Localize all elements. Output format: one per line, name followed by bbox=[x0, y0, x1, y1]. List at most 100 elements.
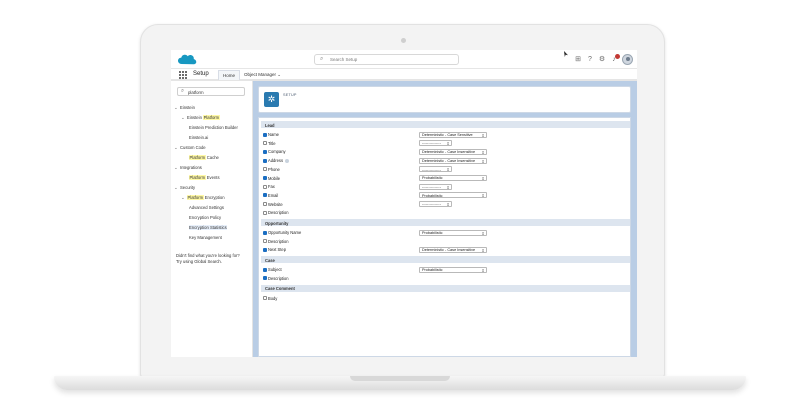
sidebar-item-label: Platform Encryption bbox=[187, 195, 225, 200]
laptop-frame: ⌕ Search Setup ⊞ ? ⚙ ♪ Setup Home Object… bbox=[0, 0, 800, 417]
label-text: Einstein bbox=[187, 115, 204, 120]
field-label: Phone bbox=[268, 166, 280, 172]
sidebar-item[interactable]: Advanced Settings bbox=[189, 205, 224, 210]
header-utility-icons: ⊞ ? ⚙ ♪ bbox=[574, 53, 633, 66]
label-text: Encryption Statistics bbox=[189, 225, 227, 230]
encryption-scheme-select[interactable]: --------------- ⇕ bbox=[419, 140, 452, 147]
field-checkbox[interactable] bbox=[263, 184, 267, 189]
encryption-scheme-select[interactable]: Deterministic - Case Sensitive ⇕ bbox=[419, 131, 487, 138]
sidebar-item[interactable]: ⌄ Integrations bbox=[174, 165, 202, 171]
sidebar-item[interactable]: ⌄ Platform Encryption bbox=[181, 195, 225, 201]
chevron-down-icon: ⇕ bbox=[481, 268, 485, 273]
label-text: Encryption bbox=[203, 195, 225, 200]
label-text: Cache bbox=[205, 155, 219, 160]
field-checkbox[interactable] bbox=[263, 141, 267, 146]
label-text: Key Management bbox=[189, 235, 222, 240]
camera bbox=[401, 38, 406, 43]
encryption-scheme-select[interactable]: Probabilistic ⇕ bbox=[419, 192, 487, 199]
encryption-scheme-select[interactable]: Probabilistic ⇕ bbox=[419, 175, 487, 181]
global-search-input[interactable]: ⌕ Search Setup bbox=[314, 54, 459, 65]
chevron-down-icon: ⇕ bbox=[481, 248, 485, 253]
field-row: Company bbox=[263, 148, 286, 155]
encryption-scheme-select[interactable]: --------------- ⇕ bbox=[419, 183, 452, 190]
encryption-scheme-select[interactable]: --------------- ⇕ bbox=[419, 166, 452, 173]
sidebar-item[interactable]: Encryption Policy bbox=[189, 215, 221, 220]
field-checkbox[interactable] bbox=[263, 247, 267, 252]
field-checkbox[interactable] bbox=[263, 149, 267, 154]
sidebar-item[interactable]: ⌄ Einstein Platform bbox=[181, 115, 220, 121]
field-checkbox[interactable] bbox=[263, 239, 267, 244]
section-header: Case bbox=[261, 256, 630, 264]
waffle-icon[interactable] bbox=[179, 71, 187, 79]
sidebar-item[interactable]: Encryption Statistics bbox=[189, 225, 227, 230]
section-header: Lead bbox=[261, 121, 630, 128]
encryption-scheme-select[interactable]: Deterministic - Case Insensitive ⇕ bbox=[419, 246, 487, 253]
sidebar-item[interactable]: ⌄ Custom Code bbox=[174, 145, 206, 151]
encryption-scheme-select[interactable]: Deterministic - Case Insensitive ⇕ bbox=[419, 148, 487, 155]
sidebar-item[interactable]: Einstein Prediction Builder bbox=[189, 125, 238, 130]
sidebar-item-label: Encryption Statistics bbox=[189, 225, 227, 230]
field-checkbox[interactable] bbox=[263, 296, 267, 300]
field-checkbox[interactable] bbox=[263, 193, 267, 198]
sidebar-item[interactable]: Einstein.ai bbox=[189, 135, 208, 140]
salesforce-cloud-logo[interactable] bbox=[177, 53, 197, 66]
select-value: Probabilistic bbox=[422, 193, 443, 198]
gear-icon[interactable]: ⚙ bbox=[598, 56, 606, 64]
field-checkbox[interactable] bbox=[263, 158, 267, 163]
info-icon bbox=[285, 158, 290, 163]
bell-icon[interactable]: ♪ bbox=[610, 53, 620, 64]
sidebar-item[interactable]: ⌄ Security bbox=[174, 185, 195, 191]
encryption-scheme-select[interactable]: Probabilistic ⇕ bbox=[419, 266, 487, 273]
label-text: Encryption Policy bbox=[189, 215, 222, 220]
encryption-scheme-select[interactable]: Deterministic - Case Insensitive ⇕ bbox=[419, 157, 487, 164]
field-checkbox[interactable] bbox=[263, 132, 267, 137]
field-label: Address bbox=[268, 158, 284, 164]
field-checkbox[interactable] bbox=[263, 267, 267, 272]
field-checkbox[interactable] bbox=[263, 230, 267, 235]
select-value: Probabilistic bbox=[422, 230, 443, 235]
field-label: Title bbox=[268, 140, 276, 146]
field-row: Subject bbox=[263, 266, 282, 273]
field-checkbox[interactable] bbox=[263, 276, 267, 281]
search-icon: ⌕ bbox=[181, 88, 185, 94]
chevron-down-icon: ⇕ bbox=[481, 177, 485, 181]
setup-sidebar: ⌕ platform ⌄ Einstein ⌄ Einstein Platform Ei… bbox=[171, 81, 253, 357]
mouse-cursor bbox=[564, 51, 568, 57]
sidebar-item[interactable]: ⌄ Einstein bbox=[174, 105, 195, 111]
chevron-down-icon: ⇕ bbox=[446, 185, 450, 190]
field-label: Website bbox=[268, 201, 283, 207]
sidebar-item-label: Custom Code bbox=[180, 145, 206, 150]
select-value: Deterministic - Case Insensitive bbox=[422, 150, 476, 155]
sidebar-item[interactable]: Key Management bbox=[189, 235, 222, 240]
add-icon[interactable]: ⊞ bbox=[574, 56, 582, 64]
field-checkbox[interactable] bbox=[263, 202, 267, 207]
help-icon[interactable]: ? bbox=[586, 56, 594, 64]
encryption-scheme-select[interactable]: Probabilistic ⇕ bbox=[419, 229, 487, 236]
encryption-fields-panel: Lead Name Deterministic - Case Sensitive ⇕ T… bbox=[258, 117, 631, 357]
label-text: Einstein Prediction Builder bbox=[189, 125, 238, 130]
sidebar-item[interactable]: Platform Events bbox=[189, 175, 220, 180]
label-text: Advanced Settings bbox=[189, 205, 224, 210]
tab-object-manager[interactable]: Object Manager ⌄ bbox=[240, 70, 285, 80]
field-row: Fax bbox=[263, 183, 275, 190]
field-checkbox[interactable] bbox=[263, 167, 267, 172]
quick-find-input[interactable]: ⌕ platform bbox=[177, 87, 245, 96]
sidebar-item-label: Advanced Settings bbox=[189, 205, 224, 210]
sidebar-item[interactable]: Platform Cache bbox=[189, 155, 219, 160]
field-row: Website bbox=[263, 201, 283, 208]
section-header: Case Comment bbox=[261, 284, 630, 292]
page-header-label: SETUP bbox=[283, 93, 297, 97]
select-value: Deterministic - Case Sensitive bbox=[422, 132, 473, 137]
tab-home[interactable]: Home bbox=[218, 70, 241, 80]
field-row: Description bbox=[263, 238, 288, 245]
encryption-scheme-select[interactable]: --------------- ⇕ bbox=[419, 201, 452, 208]
sidebar-help-text: Didn't find what you're looking for? Try… bbox=[176, 253, 248, 265]
field-checkbox[interactable] bbox=[263, 176, 267, 180]
avatar[interactable] bbox=[622, 54, 633, 65]
section-header: Opportunity bbox=[261, 219, 630, 226]
field-checkbox[interactable] bbox=[263, 210, 267, 215]
chevron-down-icon: ⇕ bbox=[481, 133, 485, 138]
select-value: Probabilistic bbox=[422, 176, 443, 181]
chevron-down-icon: ⇕ bbox=[446, 168, 450, 173]
laptop-notch bbox=[350, 376, 450, 381]
